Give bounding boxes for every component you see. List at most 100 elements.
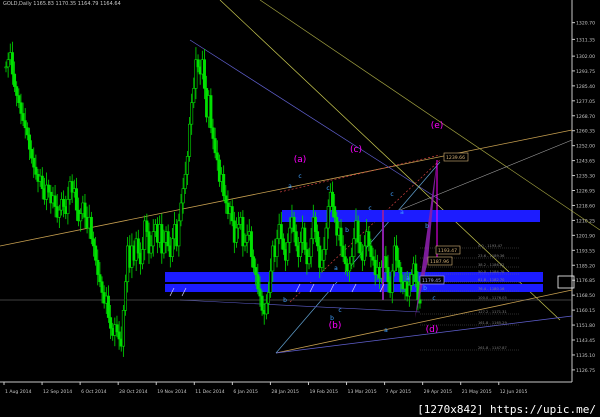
date-tick-label: 11 Dec 2014 (195, 389, 224, 395)
candle-body (307, 256, 311, 265)
pattern-point-label: c (338, 307, 341, 314)
candle-body (149, 245, 153, 254)
candle-body (62, 199, 66, 207)
candle-body (89, 216, 93, 240)
candle-body (288, 227, 292, 243)
candle-body (15, 86, 19, 96)
candle-body (181, 188, 185, 204)
date-tick-label: 28 Jan 2015 (271, 389, 299, 395)
candle-body (397, 259, 401, 268)
fib-label: 0.0 - 1193.47 (478, 244, 502, 248)
candle-body (358, 242, 362, 254)
wave-label: (b) (329, 321, 342, 331)
candle-body (384, 256, 388, 268)
candle-body (136, 238, 140, 254)
candle-body (292, 216, 296, 232)
wave-label: (e) (431, 121, 444, 131)
price-tick-label: 1151.80 (576, 323, 595, 329)
candle-body (183, 174, 187, 189)
candle-body (211, 127, 215, 139)
date-tick-label: 12 Sep 2014 (43, 389, 72, 395)
date-tick-label: 28 Oct 2014 (119, 389, 147, 395)
price-tick-label: 1176.85 (576, 278, 595, 284)
candle-body (390, 270, 394, 293)
candle-body (215, 152, 219, 161)
candle-body (331, 191, 335, 207)
candle-body (260, 295, 264, 311)
price-tick-label: 1226.95 (576, 189, 595, 195)
price-tick-label: 1126.75 (576, 368, 595, 374)
candle-body (303, 227, 307, 250)
date-tick-label: 6 Oct 2014 (81, 389, 107, 395)
price-tick-label: 1160.15 (576, 308, 595, 314)
date-tick-label: 21 May 2015 (462, 389, 492, 395)
fib-label: 23.6 - 1189.36 (478, 254, 505, 258)
pattern-point-label: c (390, 191, 393, 198)
date-tick-label: 6 Jan 2015 (233, 389, 258, 395)
candle-body (188, 123, 192, 157)
candle-body (141, 249, 145, 265)
price-tick-label: 1143.45 (576, 338, 595, 344)
date-tick-label: 29 Apr 2015 (424, 389, 452, 395)
candle-body (66, 199, 70, 214)
candle-body (177, 220, 181, 247)
pattern-point-label: c (368, 205, 371, 212)
candle-body (352, 238, 356, 257)
price-chart[interactable]: 1320.70 1311.35 1302.00 1293.75 1285.40 1277.… (0, 0, 600, 417)
pattern-point-label: a (384, 327, 388, 334)
candle-body (298, 242, 302, 257)
candle-body (213, 138, 217, 154)
candle-body (27, 134, 31, 150)
wave-label: (d) (426, 325, 439, 335)
candle-body (96, 259, 100, 275)
candle-body (252, 256, 256, 268)
candle-body (324, 227, 328, 250)
candle-body (339, 227, 343, 247)
candle-body (57, 209, 61, 218)
candle-body (371, 256, 375, 261)
date-tick-label: 7 Apr 2015 (386, 389, 412, 395)
candle-body (10, 52, 14, 75)
price-tag-label: 1239.66 (446, 155, 465, 161)
candle-body (224, 195, 228, 204)
candle-body (256, 274, 260, 290)
candle-body (222, 174, 226, 197)
pattern-point-label: c (432, 295, 435, 302)
price-tick-label: 1268.70 (576, 114, 595, 120)
candle-body (196, 59, 200, 68)
candle-body (145, 220, 149, 232)
wave-label: (c) (350, 145, 362, 155)
candle-body (279, 224, 283, 240)
pattern-point-label: b (345, 227, 349, 234)
candle-body (91, 238, 95, 247)
trendline (399, 139, 573, 211)
candle-body (202, 59, 206, 89)
candle-body (367, 231, 371, 247)
candle-body (19, 102, 23, 114)
candle-body (343, 256, 347, 265)
pattern-point-label: b (283, 297, 287, 304)
pattern-point-label: b (330, 315, 334, 322)
candle-body (83, 202, 87, 218)
price-tick-label: 1285.40 (576, 84, 595, 90)
pattern-point-label: a (334, 265, 338, 272)
price-tick-label: 1168.50 (576, 293, 595, 299)
candle-body (106, 295, 110, 318)
candle-body (209, 95, 213, 129)
candle-body (40, 175, 44, 189)
fib-label: 76.4 - 1180.16 (478, 287, 505, 291)
price-tick-label: 1260.35 (576, 129, 595, 135)
fib-label: 161.8 - 1165.29 (478, 321, 507, 325)
candle-body (356, 220, 360, 243)
supply-zone (282, 210, 540, 222)
pattern-point-label: a (288, 183, 292, 190)
price-tick-label: 1201.90 (576, 233, 595, 239)
candle-body (326, 206, 330, 229)
date-tick-label: 12 Jun 2015 (500, 389, 528, 395)
candle-body (316, 231, 320, 247)
trendline (189, 39, 441, 201)
candle-body (341, 245, 345, 257)
candle-body (115, 324, 119, 333)
candle-body (79, 213, 83, 222)
candle-body (414, 263, 418, 283)
